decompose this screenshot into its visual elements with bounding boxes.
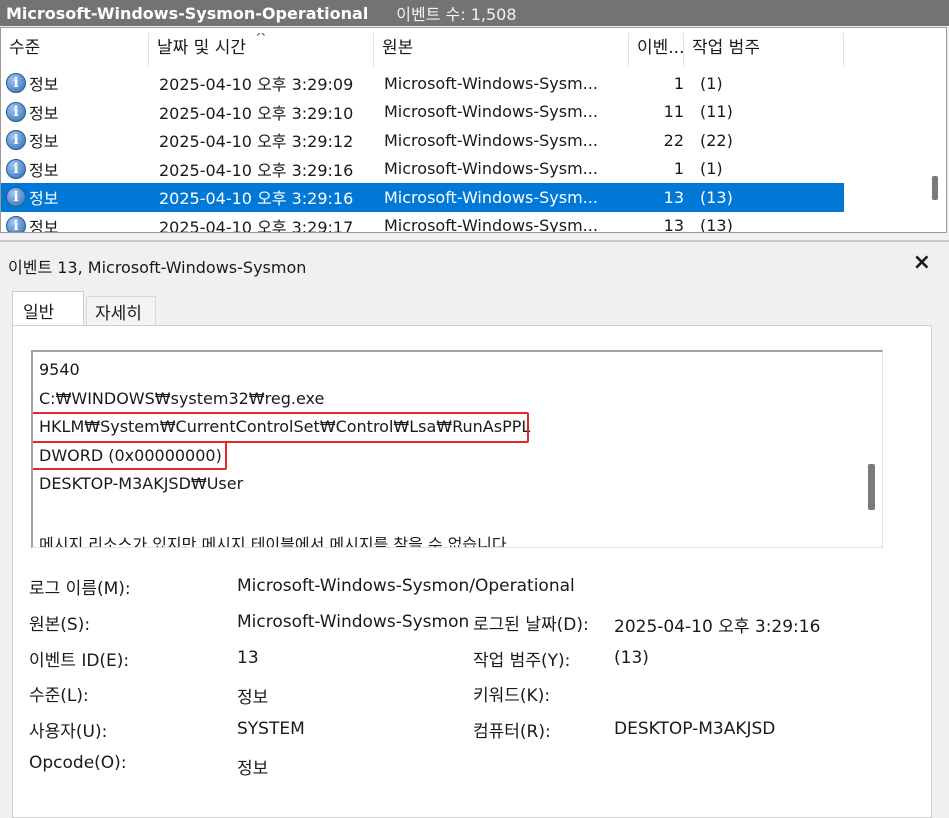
row-level: 정보 (29, 132, 59, 152)
row-datetime: 2025-04-10 오후 3:29:09 (159, 75, 354, 95)
row-source: Microsoft-Windows-Sysm... (384, 216, 598, 233)
row-event-id: 1 (673, 159, 684, 179)
table-row[interactable]: i 정보 2025-04-10 오후 3:29:09 Microsoft-Wind… (1, 69, 844, 98)
event-list[interactable]: 수준 날짜 및 시간 ^ 원본 이벤... 작업 범주 i 정보 2025-04-… (0, 27, 947, 233)
opcode-value: 정보 (237, 759, 269, 779)
table-row[interactable]: i 정보 2025-04-10 오후 3:29:17 Microsoft-Wind… (1, 212, 844, 233)
event-count: 이벤트 수: 1,508 (396, 5, 517, 24)
row-datetime: 2025-04-10 오후 3:29:17 (159, 217, 354, 233)
dword-value-highlight (33, 441, 227, 470)
row-source: Microsoft-Windows-Sysm... (384, 73, 598, 93)
tab-details[interactable]: 자세히 (86, 296, 156, 325)
row-source: Microsoft-Windows-Sysm... (384, 130, 598, 150)
log-name-title: Microsoft-Windows-Sysmon-Operational (6, 3, 369, 23)
row-event-id: 1 (673, 73, 684, 93)
row-level: 정보 (29, 217, 59, 233)
keywords-label: 키워드(K): (473, 686, 551, 706)
detail-header: 이벤트 13, Microsoft-Windows-Sysmon × (0, 240, 949, 280)
event-id-value: 13 (237, 648, 259, 668)
tab-general[interactable]: 일반 (12, 291, 84, 325)
info-icon: i (6, 215, 26, 232)
registry-key-highlight (33, 412, 529, 443)
level-value: 정보 (237, 688, 269, 708)
row-category: (13) (700, 216, 733, 233)
row-level: 정보 (29, 189, 59, 209)
row-category: (1) (700, 73, 723, 93)
log-title-bar: Microsoft-Windows-Sysmon-Operational 이벤트… (0, 0, 949, 26)
info-icon: i (6, 130, 26, 151)
row-category: (22) (700, 130, 733, 150)
task-category-value: (13) (614, 648, 649, 668)
computer-value: DESKTOP-M3AKJSD (614, 719, 776, 739)
sort-ascending-icon: ^ (255, 33, 267, 46)
row-category: (11) (700, 102, 733, 122)
table-row[interactable]: i 정보 2025-04-10 오후 3:29:12 Microsoft-Wind… (1, 126, 844, 155)
event-id-label: 이벤트 ID(E): (29, 651, 130, 671)
message-line: 9540 (39, 360, 80, 379)
row-datetime: 2025-04-10 오후 3:29:10 (159, 103, 354, 123)
log-name-label: 로그 이름(M): (29, 579, 131, 599)
source-label: 원본(S): (29, 615, 91, 635)
row-event-id: 22 (663, 130, 684, 150)
opcode-label: Opcode(O): (29, 753, 127, 773)
list-scrollbar-thumb[interactable] (932, 176, 938, 200)
list-header: 수준 날짜 및 시간 ^ 원본 이벤... 작업 범주 (1, 33, 844, 67)
detail-title: 이벤트 13, Microsoft-Windows-Sysmon (8, 258, 307, 277)
logged-date-label: 로그된 날짜(D): (473, 615, 589, 635)
row-category: (1) (700, 159, 723, 179)
logged-date-value: 2025-04-10 오후 3:29:16 (614, 617, 821, 637)
row-event-id: 13 (663, 216, 684, 233)
info-icon: i (6, 158, 26, 179)
general-tab-panel: 9540 C:₩WINDOWS₩system32₩reg.exe HKLM₩Sy… (12, 325, 932, 818)
computer-label: 컴퓨터(R): (473, 722, 551, 742)
column-header-level[interactable]: 수준 (1, 33, 149, 67)
info-icon: i (6, 187, 26, 208)
row-datetime: 2025-04-10 오후 3:29:16 (159, 189, 354, 209)
info-icon: i (6, 73, 26, 94)
row-level: 정보 (29, 160, 59, 180)
table-row[interactable]: i 정보 2025-04-10 오후 3:29:16 Microsoft-Wind… (1, 155, 844, 184)
column-header-source[interactable]: 원본 (374, 33, 629, 67)
message-scrollbar-thumb[interactable] (868, 464, 875, 510)
table-row-selected[interactable]: i 정보 2025-04-10 오후 3:29:16 Microsoft-Wind… (1, 183, 844, 212)
source-value: Microsoft-Windows-Sysmon (237, 612, 470, 632)
row-datetime: 2025-04-10 오후 3:29:12 (159, 132, 354, 152)
column-header-datetime[interactable]: 날짜 및 시간 ^ (149, 33, 374, 67)
column-header-task-category[interactable]: 작업 범주 (684, 33, 844, 67)
level-label: 수준(L): (29, 686, 89, 706)
event-rows: i 정보 2025-04-10 오후 3:29:09 Microsoft-Wind… (1, 69, 844, 233)
row-source: Microsoft-Windows-Sysm... (384, 159, 598, 179)
row-event-id: 11 (663, 102, 684, 122)
close-icon[interactable]: × (913, 250, 931, 275)
message-line: C:₩WINDOWS₩system32₩reg.exe (39, 389, 325, 408)
event-message-box[interactable]: 9540 C:₩WINDOWS₩system32₩reg.exe HKLM₩Sy… (31, 350, 883, 548)
message-line: DESKTOP-M3AKJSD₩User (39, 474, 244, 493)
row-source: Microsoft-Windows-Sysm... (384, 187, 598, 207)
table-row[interactable]: i 정보 2025-04-10 오후 3:29:10 Microsoft-Wind… (1, 98, 844, 127)
column-header-datetime-label: 날짜 및 시간 (157, 38, 247, 58)
user-value: SYSTEM (237, 719, 305, 739)
message-line: 메시지 리소스가 있지만 메시지 테이블에서 메시지를 찾을 수 없습니다 (39, 535, 507, 548)
info-icon: i (6, 101, 26, 122)
row-level: 정보 (29, 75, 59, 95)
row-datetime: 2025-04-10 오후 3:29:16 (159, 160, 354, 180)
row-source: Microsoft-Windows-Sysm... (384, 102, 598, 122)
column-header-event-id[interactable]: 이벤... (629, 33, 684, 67)
log-name-value: Microsoft-Windows-Sysmon/Operational (237, 576, 575, 596)
user-label: 사용자(U): (29, 722, 108, 742)
row-event-id: 13 (663, 187, 684, 207)
task-category-label: 작업 범주(Y): (473, 651, 571, 671)
row-level: 정보 (29, 103, 59, 123)
row-category: (13) (700, 187, 733, 207)
